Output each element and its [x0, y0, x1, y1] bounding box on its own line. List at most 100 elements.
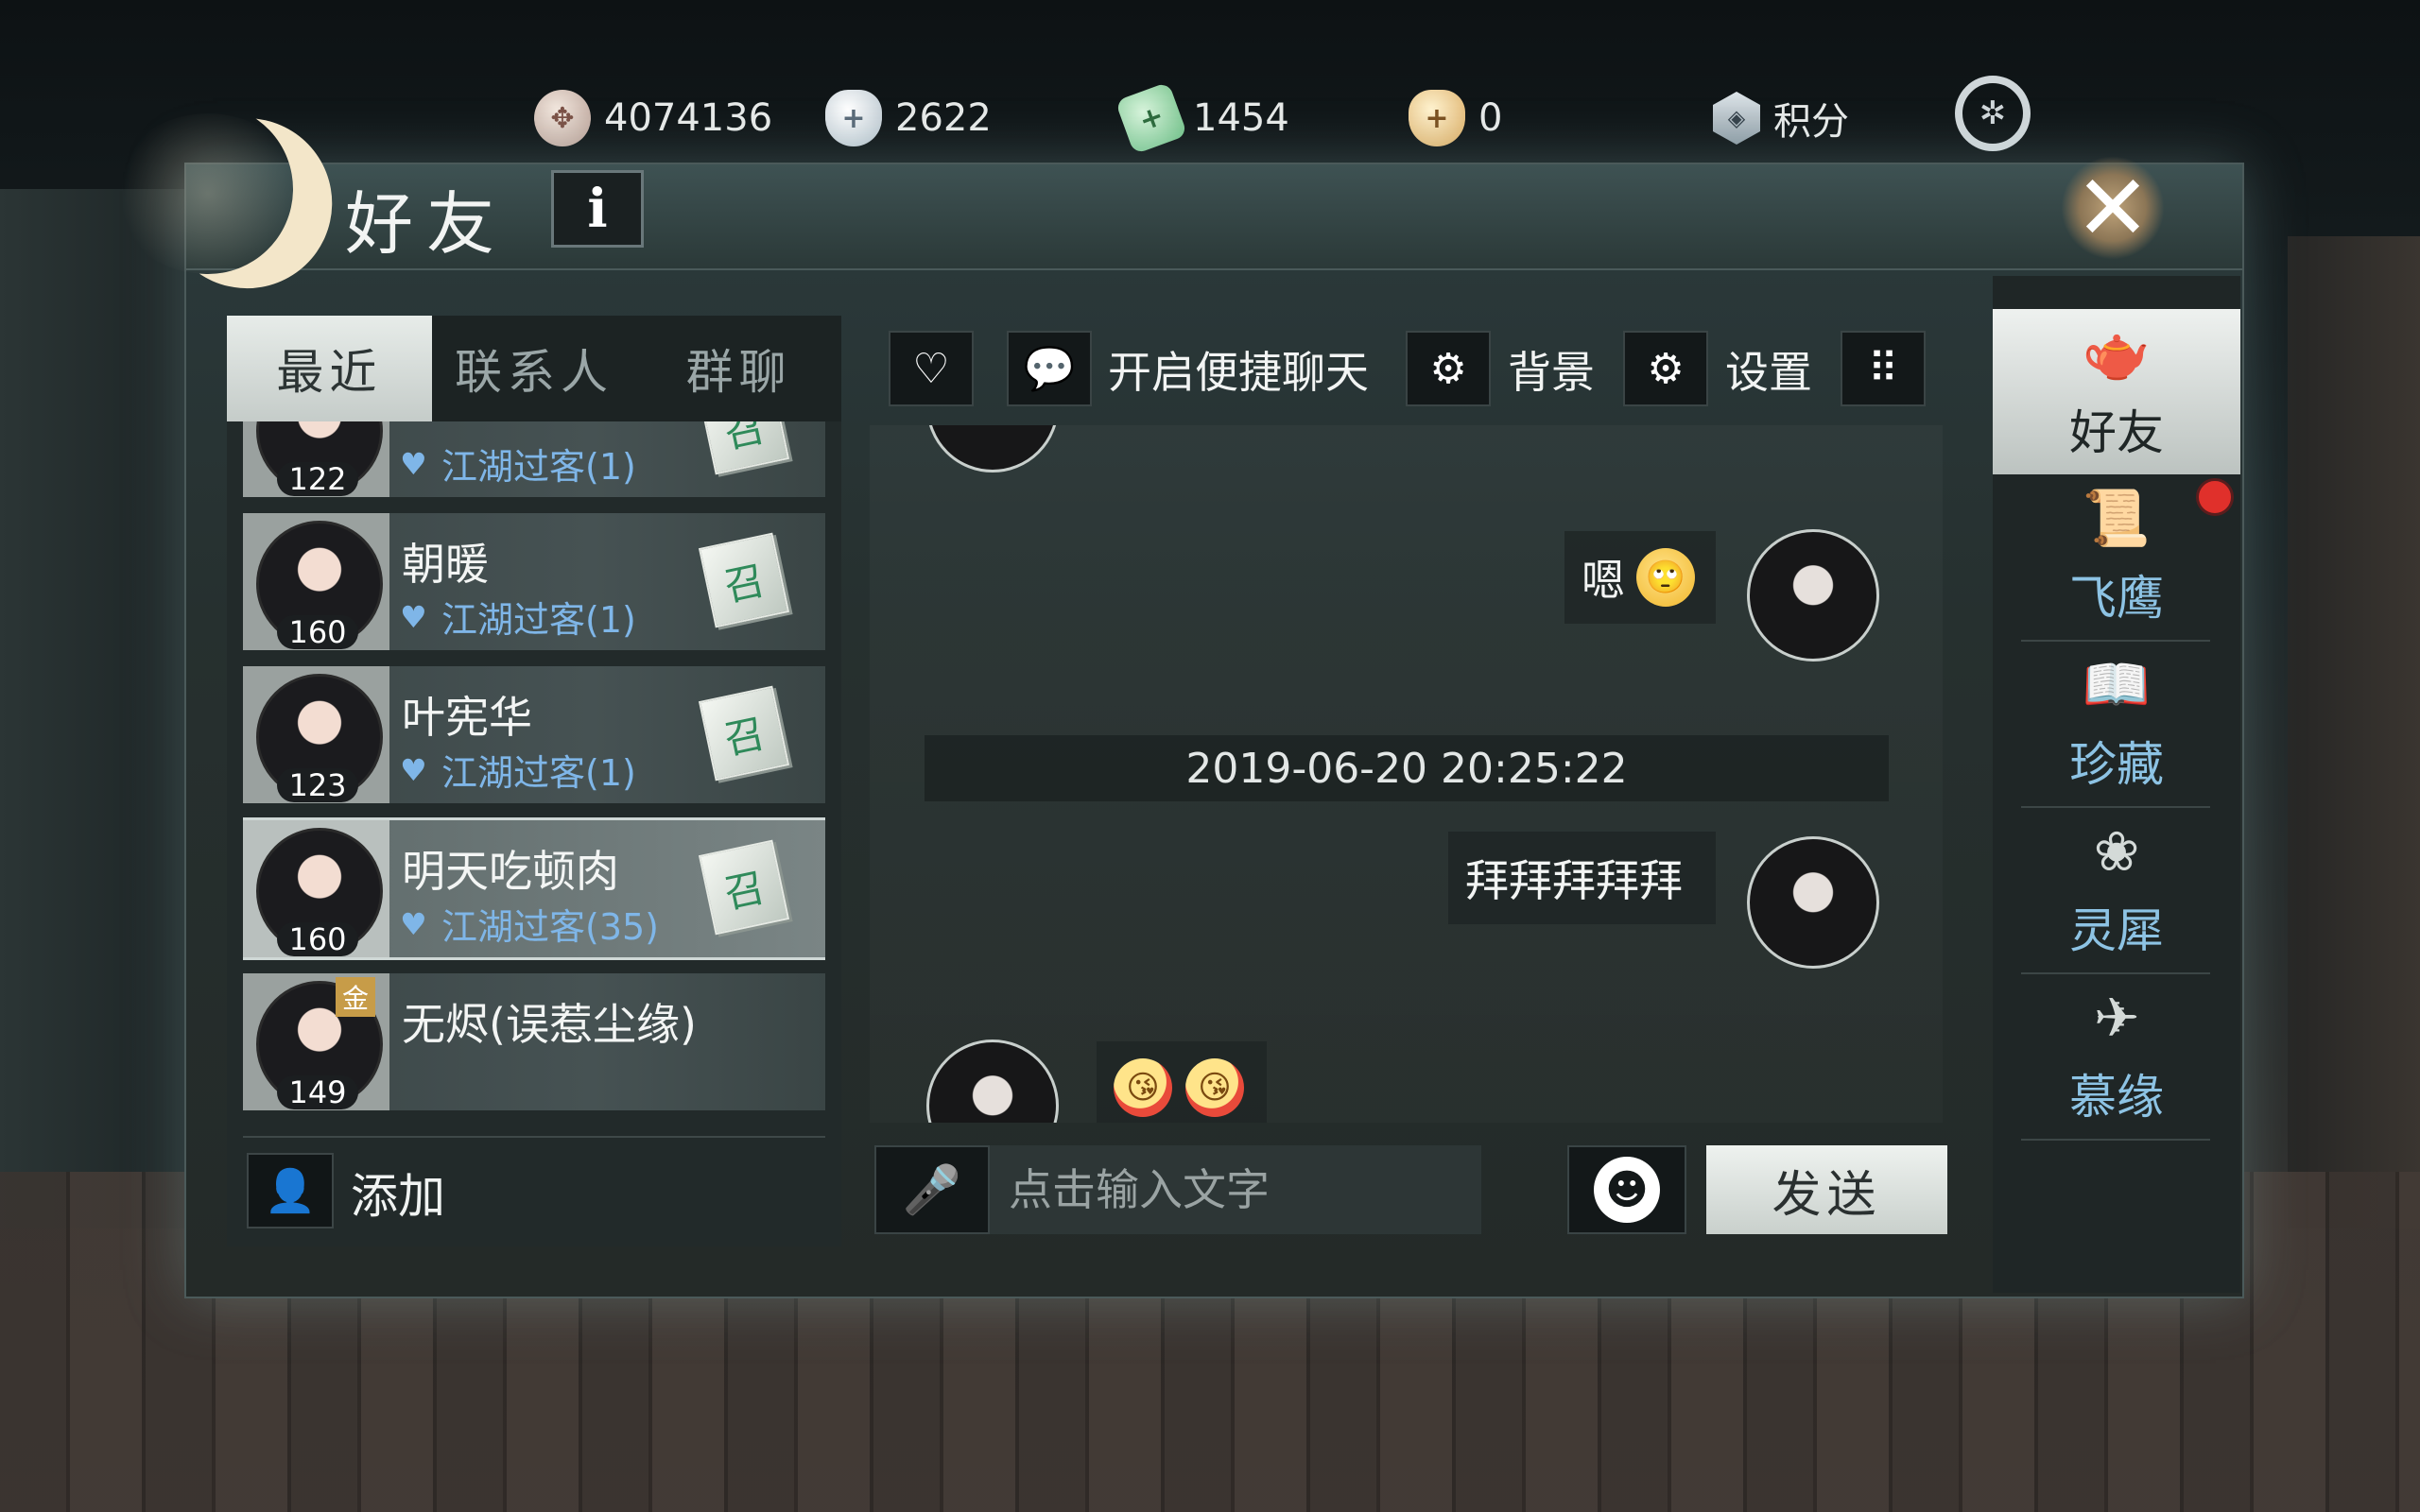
nav-friends[interactable]: 🫖 好友 [1993, 309, 2240, 474]
chat-history[interactable]: 嗯 🙄 2019-06-20 20:25:22 拜拜拜拜拜 😘 😘 [870, 425, 1943, 1123]
copper-coin-icon: ✥ [534, 90, 591, 146]
currency-jade[interactable]: + 1454 [1115, 81, 1289, 155]
score-button[interactable]: ◈ 积分 [1713, 85, 1849, 151]
currency-gold[interactable]: + 0 [1409, 85, 1502, 151]
chat-bubble-icon: 💬 [1023, 345, 1076, 393]
heart-icon: ♥ [400, 905, 427, 942]
tab-group-chat[interactable]: 群聊 [636, 316, 841, 421]
side-navigation: 🫖 好友 📜 飞鹰 📖 珍藏 ❀ 灵犀 ✈ 慕缘 [1993, 276, 2240, 1293]
emoji-button[interactable]: ☻ [1567, 1145, 1686, 1234]
friend-column: 最近 联系人 群聊 122 ♥ 江湖过客(1) 召 160 朝暖 ♥ 江湖过客(… [227, 316, 841, 1246]
friend-relation-text: 江湖过客(1) [441, 446, 636, 488]
friend-name: 明天吃顿肉 [402, 846, 619, 897]
settings-button[interactable]: ⚙ [1623, 331, 1708, 406]
friend-row[interactable]: 123 叶宪华 ♥ 江湖过客(1) 召 [243, 666, 825, 803]
friend-relation: ♥ 江湖过客(1) [400, 591, 636, 643]
avatar-frame: 160 [243, 820, 389, 957]
friend-relation: ♥ 江湖过客(1) [400, 438, 636, 490]
chat-avatar-self[interactable] [1747, 836, 1879, 969]
more-button[interactable]: ⠿ [1841, 331, 1926, 406]
add-friend-row[interactable]: 👤 添加 [243, 1136, 825, 1232]
level-badge: 149 [277, 1074, 358, 1110]
friend-row[interactable]: 160 朝暖 ♥ 江湖过客(1) 召 [243, 513, 825, 650]
chat-avatar-self[interactable] [1747, 529, 1879, 662]
friend-row[interactable]: 122 ♥ 江湖过客(1) 召 [243, 421, 825, 497]
microphone-icon: 🎤 [902, 1161, 962, 1217]
score-shield-icon: ◈ [1713, 92, 1760, 145]
swirl-icon: ✲ [1955, 76, 2031, 151]
teapot-icon: 🫖 [2082, 320, 2152, 385]
jade-icon: + [1115, 81, 1188, 155]
smiley-icon: ☻ [1594, 1157, 1660, 1223]
friend-tabs: 最近 联系人 群聊 [227, 316, 841, 421]
kiss-emoji-icon: 😘 [1114, 1058, 1172, 1117]
nav-divider [2021, 1139, 2210, 1141]
friend-row-selected[interactable]: 160 明天吃顿肉 ♥ 江湖过客(35) 召 [243, 817, 825, 960]
settings-label[interactable]: 设置 [1725, 338, 1812, 401]
close-button[interactable]: ✕ [2061, 155, 2165, 261]
book-icon: 📖 [2082, 652, 2152, 716]
summon-card-icon[interactable]: 召 [698, 421, 790, 475]
chat-avatar-other[interactable] [926, 425, 1059, 472]
background-button[interactable]: ⚙ [1406, 331, 1491, 406]
message-bubble: 拜拜拜拜拜 [1448, 832, 1716, 924]
avatar-frame: 金 149 [243, 973, 389, 1110]
nav-muyuan[interactable]: ✈ 慕缘 [1993, 973, 2240, 1139]
currency-copper[interactable]: ✥ 4074136 [534, 85, 772, 151]
message-input[interactable] [990, 1145, 1481, 1234]
message-bubble: 嗯 🙄 [1564, 531, 1716, 624]
silver-ingot-icon: + [825, 90, 882, 146]
gear-icon: ⚙ [1429, 344, 1467, 393]
chat-avatar-other[interactable] [926, 1040, 1059, 1123]
friend-row[interactable]: 金 149 无烬(误惹尘缘) [243, 973, 825, 1110]
chat-toolbar: ♡ 💬 开启便捷聊天 ⚙ 背景 ⚙ 设置 ⠿ [889, 331, 1928, 408]
gold-ingot-icon: + [1409, 90, 1465, 146]
summon-card-icon[interactable]: 召 [698, 532, 790, 628]
friend-name: 叶宪华 [402, 692, 532, 743]
send-button[interactable]: 发送 [1706, 1145, 1947, 1234]
nav-collection[interactable]: 📖 珍藏 [1993, 641, 2240, 806]
kiss-emoji-icon: 😘 [1185, 1058, 1244, 1117]
message-timestamp: 2019-06-20 20:25:22 [925, 735, 1889, 801]
tab-contacts[interactable]: 联系人 [432, 316, 637, 421]
settings-swirl-button[interactable]: ✲ [1955, 76, 2031, 151]
nav-lingxi[interactable]: ❀ 灵犀 [1993, 807, 2240, 972]
message-text: 嗯 [1582, 555, 1625, 606]
nav-label: 飞鹰 [2069, 571, 2164, 626]
currency-silver[interactable]: + 2622 [825, 85, 992, 151]
friend-list[interactable]: 122 ♥ 江湖过客(1) 召 160 朝暖 ♥ 江湖过客(1) 召 123 叶… [243, 421, 825, 1111]
background-wall-right [2288, 236, 2420, 1228]
avatar-frame: 160 [243, 513, 389, 650]
gold-badge: 金 [336, 977, 375, 1017]
avatar-frame: 123 [243, 666, 389, 803]
tab-recent[interactable]: 最近 [227, 316, 432, 421]
friend-relation-text: 江湖过客(35) [441, 906, 660, 948]
friend-relation: ♥ 江湖过客(1) [400, 744, 636, 796]
voice-button[interactable]: 🎤 [874, 1145, 990, 1234]
currency-gold-value: 0 [1478, 96, 1503, 140]
quick-chat-button[interactable]: 💬 [1007, 331, 1092, 406]
info-button[interactable]: i [551, 170, 644, 248]
currency-copper-value: 4074136 [604, 96, 773, 140]
message-text: 拜拜拜拜拜 [1465, 855, 1683, 906]
summon-card-icon[interactable]: 召 [698, 685, 790, 782]
score-label: 积分 [1773, 100, 1849, 144]
avatar-frame: 122 [243, 421, 389, 497]
heart-icon: ♥ [400, 445, 427, 482]
add-friend-icon[interactable]: 👤 [247, 1153, 334, 1228]
nav-label: 珍藏 [2069, 737, 2164, 792]
friend-name: 朝暖 [402, 539, 489, 590]
background-label[interactable]: 背景 [1508, 338, 1595, 401]
favorites-button[interactable]: ♡ [889, 331, 974, 406]
chat-input-row: 🎤 ☻ 发送 [874, 1145, 1947, 1238]
nav-label: 好友 [2069, 405, 2164, 460]
currency-jade-value: 1454 [1193, 96, 1289, 140]
friend-relation: ♥ 江湖过客(35) [400, 898, 659, 950]
currency-bar: ✥ 4074136 + 2622 + 1454 + 0 ◈ 积分 ✲ [0, 76, 2420, 155]
paper-crane-icon: ✈ [2093, 985, 2140, 1050]
quick-chat-label[interactable]: 开启便捷聊天 [1108, 338, 1369, 401]
summon-card-icon[interactable]: 召 [698, 839, 790, 936]
friend-relation-text: 江湖过客(1) [441, 599, 636, 641]
level-badge: 160 [277, 614, 358, 650]
background-wall-left [0, 189, 189, 1228]
